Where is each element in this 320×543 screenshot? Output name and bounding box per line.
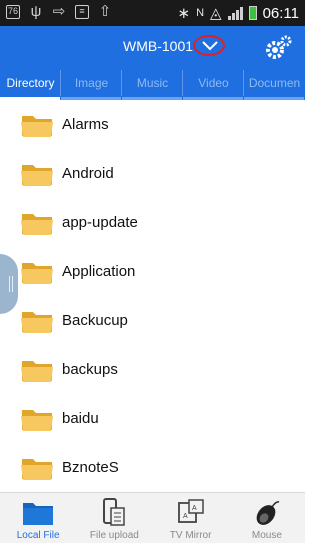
nav-label: Local File — [16, 530, 60, 541]
folder-row[interactable]: BznoteS — [0, 443, 305, 492]
nav-file-upload[interactable]: File upload — [76, 493, 152, 543]
sim-icon: ≡ — [75, 5, 89, 19]
status-bar: 76 ψ ⇨ ≡ ⇧ ∗ N ◬ 06:11 — [0, 0, 305, 26]
phone-upload-icon — [103, 498, 126, 526]
mouse-icon — [256, 501, 280, 525]
folder-list: Alarms Android app-update Application Ba… — [0, 100, 305, 492]
folder-name: Android — [62, 165, 114, 182]
nfc-icon: N — [196, 7, 205, 19]
notification-icon: 76 — [6, 5, 20, 19]
folder-icon — [21, 361, 53, 382]
folder-name: baidu — [62, 410, 99, 427]
clock: 06:11 — [262, 4, 299, 22]
folder-name: backups — [62, 361, 118, 378]
side-drawer-handle[interactable] — [0, 254, 18, 314]
folder-name: Application — [62, 263, 136, 280]
signal-icon — [227, 6, 243, 20]
tab-directory[interactable]: Directory — [0, 66, 61, 100]
folder-icon — [21, 410, 53, 431]
category-tabs: Directory Image Music Video Documen — [0, 66, 305, 100]
usb-icon: ψ — [30, 3, 42, 20]
folder-name: app-update — [62, 214, 138, 231]
nav-label: File upload — [89, 530, 139, 541]
folder-name: Backucup — [62, 312, 128, 329]
folder-icon — [21, 214, 53, 235]
folder-row[interactable]: Backucup — [0, 296, 305, 345]
nav-tv-mirror[interactable]: A A TV Mirror — [153, 493, 229, 543]
folder-name: Alarms — [62, 116, 109, 133]
folder-row[interactable]: Alarms — [0, 100, 305, 149]
nav-label: Mouse — [251, 530, 282, 541]
folder-row[interactable]: app-update — [0, 198, 305, 247]
bluetooth-icon: ∗ — [177, 5, 191, 22]
nav-local-file[interactable]: Local File — [0, 493, 76, 543]
tv-mirror-icon: A A — [177, 499, 204, 523]
battery-icon — [248, 6, 257, 20]
gear-icon[interactable] — [265, 34, 293, 60]
folder-icon — [21, 312, 53, 333]
tab-music[interactable]: Music — [122, 66, 183, 100]
folder-icon — [21, 116, 53, 137]
folder-row[interactable]: backups — [0, 345, 305, 394]
tab-image[interactable]: Image — [61, 66, 122, 100]
cast-icon: ⇨ — [52, 3, 66, 20]
device-dropdown-button[interactable] — [193, 35, 225, 56]
upload-icon: ⇧ — [98, 3, 112, 20]
folder-icon — [21, 459, 53, 480]
title-bar: WMB-1001 — [0, 26, 305, 66]
bottom-nav: Local File File upload A A TV Mirror Mou… — [0, 492, 305, 543]
tab-document[interactable]: Documen — [244, 66, 305, 100]
chevron-down-icon — [202, 41, 218, 51]
device-name: WMB-1001 — [123, 38, 194, 54]
tab-video[interactable]: Video — [183, 66, 244, 100]
folder-row[interactable]: Android — [0, 149, 305, 198]
nav-label: TV Mirror — [169, 530, 212, 541]
folder-icon — [21, 263, 53, 284]
svg-text:A: A — [183, 513, 188, 520]
nav-mouse[interactable]: Mouse — [229, 493, 305, 543]
svg-text:A: A — [192, 505, 197, 512]
folder-name: BznoteS — [62, 459, 119, 476]
folder-row[interactable]: baidu — [0, 394, 305, 443]
folder-icon — [21, 165, 53, 186]
folder-icon — [23, 503, 54, 525]
folder-row[interactable]: Application — [0, 247, 305, 296]
wifi-icon: ◬ — [210, 5, 222, 22]
